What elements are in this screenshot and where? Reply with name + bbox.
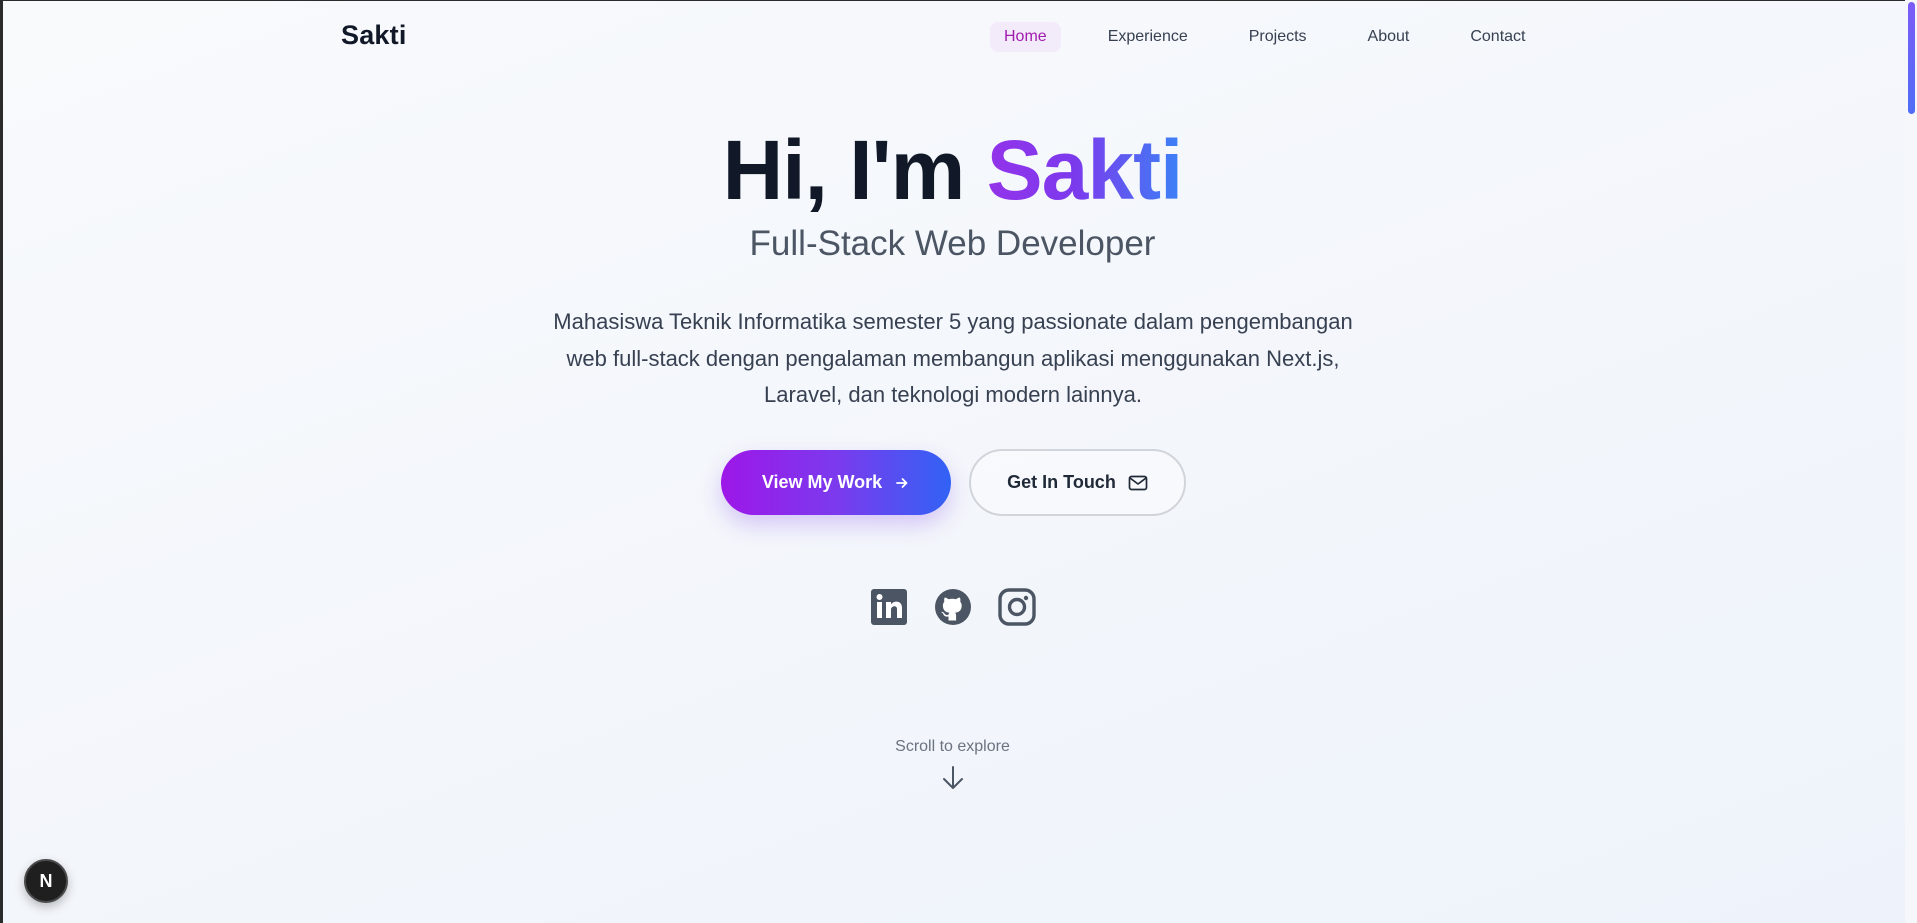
nav-link-home[interactable]: Home (990, 22, 1061, 52)
nav-link-contact[interactable]: Contact (1456, 22, 1539, 52)
social-links (870, 588, 1036, 626)
arrow-right-icon (894, 475, 910, 491)
nextjs-icon: N (39, 870, 53, 891)
hero-subtitle: Full-Stack Web Developer (749, 224, 1156, 263)
brand-logo[interactable]: Sakti (341, 20, 407, 51)
hero-buttons: View My Work Get In Touch (721, 449, 1186, 516)
nav-link-about[interactable]: About (1354, 22, 1424, 52)
view-my-work-label: View My Work (761, 472, 883, 492)
hero-description: Mahasiswa Teknik Informatika semester 5 … (553, 309, 1353, 407)
hero-greeting: Hi, I'm (722, 123, 987, 217)
navbar: Sakti Home Experience Projects About Con… (0, 0, 1905, 72)
nav-links: Home Experience Projects About Contact (990, 22, 1572, 52)
scrollbar[interactable] (1905, 0, 1917, 923)
arrow-down-icon[interactable] (940, 764, 966, 792)
instagram-icon[interactable] (998, 588, 1036, 626)
nextjs-dev-badge[interactable]: N (24, 859, 68, 903)
nav-link-projects[interactable]: Projects (1235, 22, 1321, 52)
nav-link-experience[interactable]: Experience (1094, 22, 1202, 52)
scrollbar-thumb[interactable] (1908, 2, 1915, 114)
github-icon[interactable] (934, 588, 972, 626)
get-in-touch-button[interactable]: Get In Touch (969, 449, 1186, 516)
hero-name: Sakti (986, 123, 1184, 217)
get-in-touch-label: Get In Touch (1007, 472, 1116, 492)
linkedin-icon[interactable] (870, 588, 908, 626)
view-my-work-button[interactable]: View My Work (721, 450, 951, 515)
hero-title: Hi, I'm Sakti (0, 120, 1905, 220)
mail-icon (1128, 475, 1148, 491)
scroll-hint-text: Scroll to explore (895, 738, 1010, 755)
